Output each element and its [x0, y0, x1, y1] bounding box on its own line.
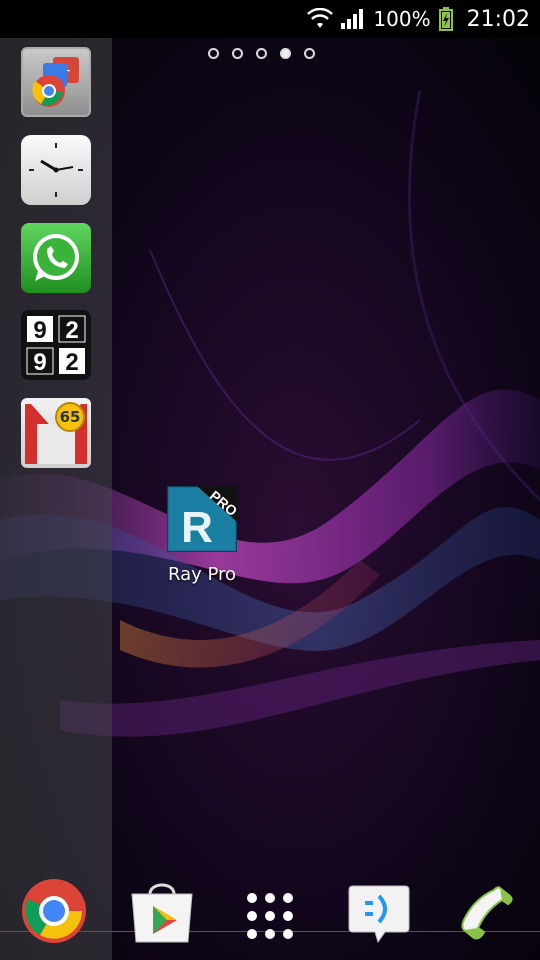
clock-time: 21:02 — [466, 6, 530, 32]
whatsapp-icon[interactable] — [21, 223, 91, 293]
svg-text:9: 9 — [33, 317, 46, 344]
chrome-icon[interactable] — [20, 877, 88, 943]
svg-text:9: 9 — [33, 349, 46, 376]
ray-pro-label: Ray Pro — [167, 564, 237, 585]
messaging-icon[interactable] — [345, 884, 413, 950]
phone-icon[interactable] — [456, 884, 524, 950]
flip-clock-widget-icon[interactable]: 9 2 9 2 — [21, 310, 91, 380]
gmail-icon[interactable]: 65 — [21, 398, 91, 468]
wifi-icon — [307, 8, 334, 28]
battery-charging-icon — [438, 7, 453, 31]
folder-contents-icon: + — [32, 57, 79, 107]
page-dot-active — [280, 48, 291, 59]
battery-percent: 100% — [373, 7, 431, 31]
google-apps-folder-icon[interactable]: + — [21, 47, 91, 117]
play-store-icon[interactable] — [128, 880, 196, 946]
clock-face-icon — [29, 143, 83, 197]
play-bag-icon — [131, 883, 193, 943]
clock-icon[interactable] — [21, 135, 91, 205]
page-indicator — [208, 48, 315, 59]
ray-pro-icon: PRO R — [166, 485, 240, 553]
apps-grid-icon — [247, 893, 293, 939]
chrome-logo-icon — [22, 879, 86, 943]
svg-text:2: 2 — [65, 317, 78, 344]
page-dot — [208, 48, 219, 59]
page-dot — [304, 48, 315, 59]
status-bar: 100% 21:02 — [0, 0, 540, 38]
whatsapp-logo-icon — [33, 234, 79, 281]
flip-digits-icon: 9 2 9 2 — [26, 315, 86, 376]
handset-icon — [461, 886, 513, 940]
page-dot — [232, 48, 243, 59]
svg-text:R: R — [181, 503, 213, 552]
app-drawer-icon[interactable] — [240, 886, 300, 946]
ray-pro-app[interactable]: PRO R Ray Pro — [160, 485, 244, 585]
unread-badge: 65 — [55, 402, 85, 432]
page-dot — [256, 48, 267, 59]
svg-text:2: 2 — [65, 349, 78, 376]
message-bubble-icon — [348, 885, 410, 944]
signal-icon — [341, 9, 364, 29]
